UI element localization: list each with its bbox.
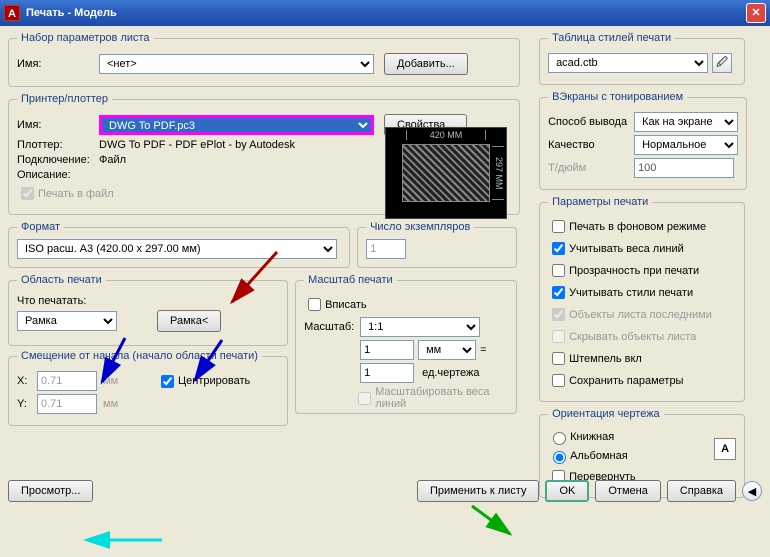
app-icon: A [4,5,20,21]
connection-label: Подключение: [17,154,99,166]
scale-lw-label: Масштабировать веса линий [375,386,508,410]
area-legend: Область печати [17,274,106,286]
cancel-button[interactable]: Отмена [595,480,660,502]
scale-label: Масштаб: [304,321,360,333]
plotter-label: Плоттер: [17,139,99,151]
what-print-label: Что печатать: [17,295,86,307]
offset-y-input [37,394,97,414]
plotter-value: DWG To PDF - PDF ePlot - by Autodesk [99,139,295,151]
offset-legend: Смещение от начала (начало области печат… [17,350,262,362]
shade-dpi-input [634,158,734,178]
param-styles-checkbox[interactable] [552,286,565,299]
scale-unit2-label: ед.чертежа [422,367,479,379]
printer-name-select[interactable]: DWG To PDF.pc3 [99,115,374,135]
shade-mode-select[interactable]: Как на экране [634,112,738,132]
shade-mode-label: Способ вывода [548,116,634,128]
add-button[interactable]: Добавить... [384,53,468,75]
scale-legend: Масштаб печати [304,274,397,286]
what-print-select[interactable]: Рамка [17,311,117,331]
scale-select[interactable]: 1:1 [360,317,480,337]
param-last-checkbox [552,308,565,321]
orient-landscape-radio[interactable] [553,451,566,464]
print-to-file-checkbox [21,187,34,200]
close-icon[interactable]: ✕ [746,3,766,23]
help-button[interactable]: Справка [667,480,736,502]
preview-button[interactable]: Просмотр... [8,480,93,502]
param-save-checkbox[interactable] [552,374,565,387]
shade-dpi-label: Т/дюйм [548,162,634,174]
orient-legend: Ориентация чертежа [548,408,664,420]
param-bg-checkbox[interactable] [552,220,565,233]
offset-y-label: Y: [17,398,37,410]
description-label: Описание: [17,169,99,181]
styletable-select[interactable]: acad.ctb [548,53,708,73]
styletable-legend: Таблица стилей печати [548,32,675,44]
center-checkbox[interactable] [161,375,174,388]
center-label: Центрировать [178,375,250,387]
connection-value: Файл [99,154,126,166]
scale-den-input[interactable] [360,363,414,383]
pageset-name-label: Имя: [17,58,99,70]
params-legend: Параметры печати [548,196,652,208]
shade-quality-select[interactable]: Нормальное [634,135,738,155]
copies-input [366,239,406,259]
paper-preview: 420 MM 297 MM [385,127,507,219]
shade-quality-label: Качество [548,139,634,151]
pageset-legend: Набор параметров листа [17,32,154,44]
print-to-file-label: Печать в файл [38,188,114,200]
expand-icon[interactable]: ◀ [742,481,762,501]
param-stamp-checkbox[interactable] [552,352,565,365]
window-title: Печать - Модель [26,7,746,19]
copies-legend: Число экземпляров [366,221,474,233]
scale-unit-select[interactable]: мм [418,340,476,360]
format-legend: Формат [17,221,64,233]
param-hide-checkbox [552,330,565,343]
format-select[interactable]: ISO расш. A3 (420.00 x 297.00 мм) [17,239,337,259]
shade-legend: ВЭкраны с тонированием [548,91,687,103]
window-pick-button[interactable]: Рамка< [157,310,221,332]
printer-name-label: Имя: [17,119,99,131]
pageset-name-select[interactable]: <нет> [99,54,374,74]
offset-x-input [37,371,97,391]
styletable-edit-button[interactable]: 🖉 [712,53,732,73]
fit-label: Вписать [325,299,367,311]
scale-lw-checkbox [358,392,371,405]
param-trans-checkbox[interactable] [552,264,565,277]
apply-button[interactable]: Применить к листу [417,480,540,502]
printer-legend: Принтер/плоттер [17,93,112,105]
ok-button[interactable]: OK [545,480,589,502]
orient-portrait-radio[interactable] [553,432,566,445]
scale-num-input[interactable] [360,340,414,360]
fit-checkbox[interactable] [308,298,321,311]
orient-icon: A [714,438,736,460]
offset-x-label: X: [17,375,37,387]
param-lw-checkbox[interactable] [552,242,565,255]
